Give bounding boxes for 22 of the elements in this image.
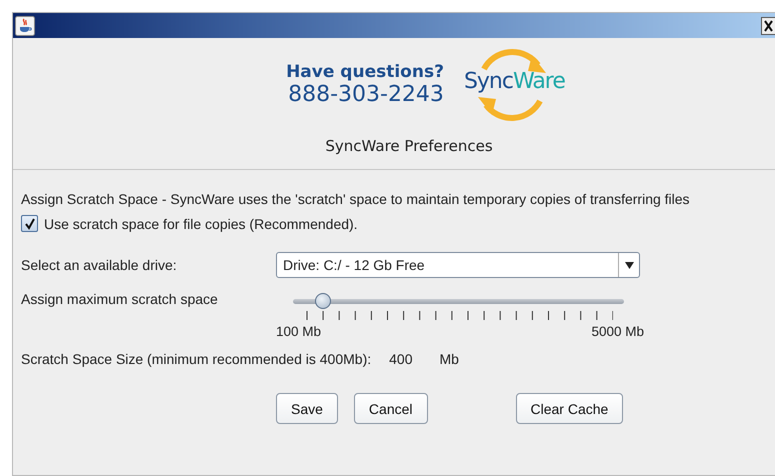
size-label: Scratch Space Size (minimum recommended is 400Mb): (21, 351, 372, 367)
checkbox-label: Use scratch space for file copies (Recommended). (44, 216, 358, 232)
size-value: 400 (389, 351, 412, 367)
close-icon[interactable] (761, 16, 775, 34)
description-text: Assign Scratch Space - SyncWare uses the 'scratch' space to maintain temporary copies of transferring files (21, 191, 691, 207)
drive-label: Select an available drive: (21, 257, 178, 273)
checkbox[interactable] (21, 215, 38, 232)
dialog-heading: SyncWare Preferences (325, 137, 493, 155)
slider-min-label: 100 Mb (276, 324, 322, 339)
coffee-cup-icon (15, 16, 35, 36)
slider-label: Assign maximum scratch space (21, 291, 219, 309)
phone-number: 888-303-2243 (287, 82, 444, 108)
dialog-button[interactable]: Cancel (354, 393, 428, 424)
slider-thumb[interactable] (315, 293, 332, 309)
drive-dropdown[interactable]: Drive: C:/ - 12 Gb Free (276, 252, 640, 278)
dialog-button[interactable]: Save (276, 393, 338, 424)
caret-icon (624, 262, 634, 268)
size-unit: Mb (440, 351, 459, 367)
logo-text: SyncWare (464, 69, 565, 94)
dialog-button[interactable]: Clear Cache (516, 393, 624, 424)
help-question: Have questions? (286, 62, 444, 82)
slider-max-label: 5000 Mb (591, 324, 644, 339)
